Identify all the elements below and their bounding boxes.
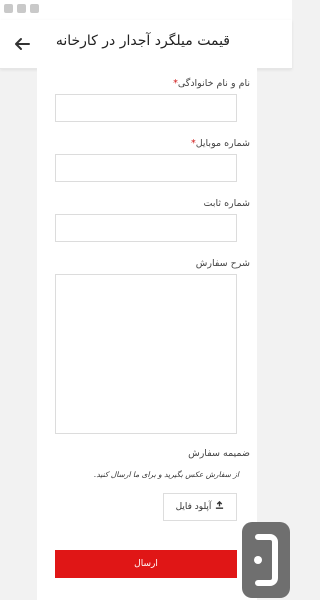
arrow-back-icon[interactable] [10,32,34,56]
mobile-input[interactable] [55,154,237,182]
order-description-textarea[interactable] [55,274,237,434]
attachment-hint: از سفارش عکس بگیرید و برای ما ارسال کنید… [94,470,239,479]
upload-icon [215,500,224,513]
field-label-fullname: نام و نام خانوادگی* [173,78,250,89]
fullname-input[interactable] [55,94,237,122]
app-logo-icon[interactable] [242,522,290,598]
status-icon [4,4,13,13]
order-form: نام و نام خانوادگی* شماره موبایل* شماره … [37,68,257,600]
field-label-mobile: شماره موبایل* [190,138,250,149]
app-bar: قیمت میلگرد آجدار در کارخانه [0,20,292,69]
submit-label: ارسال [134,559,158,569]
phone-input[interactable] [55,214,237,242]
page-title: قیمت میلگرد آجدار در کارخانه [55,33,230,49]
status-icon [17,4,26,13]
upload-file-label: آپلود فایل [175,502,212,512]
upload-file-button[interactable]: آپلود فایل [163,493,237,521]
status-icon [30,4,39,13]
attachment-label: ضمیمه سفارش [188,448,250,459]
field-label-order-description: شرح سفارش [195,258,250,269]
field-label-phone: شماره ثابت [203,198,250,209]
submit-button[interactable]: ارسال [55,550,237,578]
status-bar [0,0,292,20]
